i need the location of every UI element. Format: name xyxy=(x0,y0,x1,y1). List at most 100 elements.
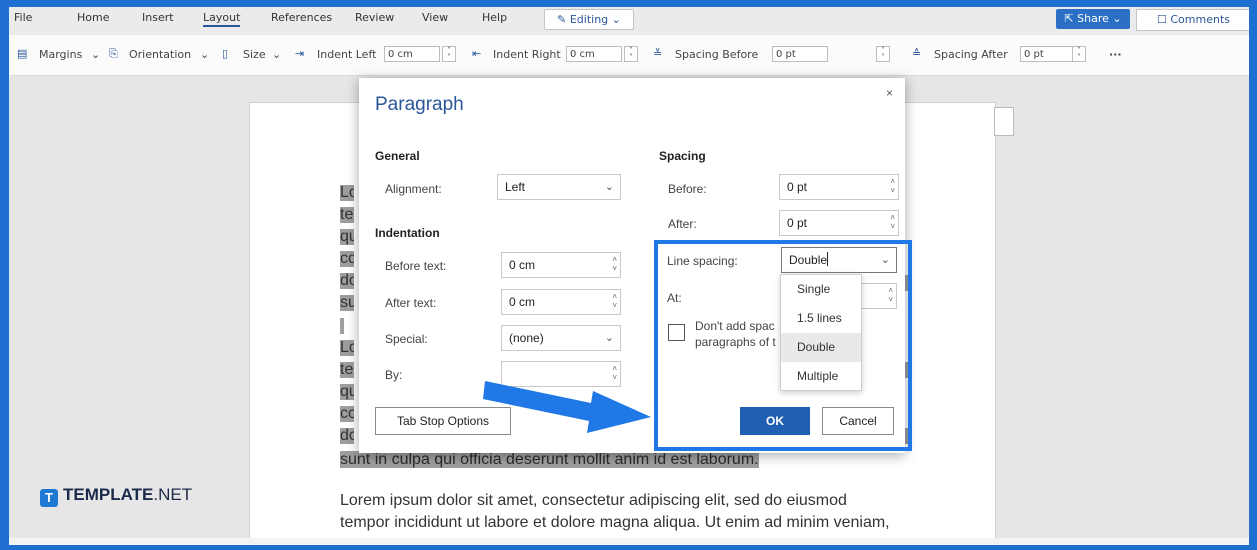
indent-left-stepper[interactable]: ˄ ˅ xyxy=(442,46,456,62)
indent-right-icon: ⇤ xyxy=(472,47,482,60)
chevron-down-icon: ⌄ xyxy=(91,48,101,61)
menu-review[interactable]: Review xyxy=(355,11,394,24)
doc-fragment: do xyxy=(340,273,354,289)
more-options-button[interactable]: ··· xyxy=(1109,48,1122,61)
spacing-before-dialog-label: Before: xyxy=(668,182,707,196)
indent-right-stepper[interactable]: ˄ ˅ xyxy=(624,46,638,62)
menu-home[interactable]: Home xyxy=(77,11,109,24)
doc-highlight-bar xyxy=(340,318,344,334)
menu-file[interactable]: File xyxy=(14,11,32,24)
spacing-after-dialog-label: After: xyxy=(668,217,697,231)
menu-layout[interactable]: Layout xyxy=(203,11,241,27)
line-spacing-option-1-5[interactable]: 1.5 lines xyxy=(781,304,861,333)
doc-fragment: do xyxy=(340,428,354,444)
before-text-input[interactable]: 0 cm ˄ ˅ xyxy=(501,252,621,278)
after-text-stepper[interactable]: ˄ ˅ xyxy=(612,292,617,310)
editing-mode-button[interactable]: ✎ Editing ⌄ xyxy=(544,9,634,30)
special-label: Special: xyxy=(385,332,428,346)
special-value: (none) xyxy=(509,331,544,345)
chevron-down-icon: ⌄ xyxy=(272,48,282,61)
layout-ribbon: ▤ Margins ⌄ ⎘ Orientation ⌄ ▯ Size ⌄ ⇥ I… xyxy=(9,35,1249,76)
chevron-down-icon: ⌄ xyxy=(604,181,614,193)
by-label: By: xyxy=(385,368,403,382)
line-spacing-option-double[interactable]: Double xyxy=(781,333,861,362)
spacing-heading: Spacing xyxy=(659,149,706,163)
doc-fragment: co xyxy=(340,251,354,267)
spacing-after-dialog-value: 0 pt xyxy=(787,216,808,230)
doc-text-line: Lorem ipsum dolor sit amet, consectetur … xyxy=(340,492,847,509)
doc-fragment: qu xyxy=(340,384,354,400)
after-text-value: 0 cm xyxy=(509,295,536,309)
brand-badge: T xyxy=(40,489,58,507)
spacing-before-label: Spacing Before xyxy=(675,48,759,61)
pencil-icon: ✎ xyxy=(557,13,567,26)
editing-label: Editing xyxy=(569,13,609,26)
status-bar xyxy=(9,538,1249,545)
text-cursor xyxy=(827,252,829,266)
before-text-value: 0 cm xyxy=(509,258,536,272)
at-label: At: xyxy=(667,291,682,305)
alignment-label: Alignment: xyxy=(385,182,442,196)
line-spacing-select[interactable]: Double ⌄ xyxy=(781,247,897,273)
comments-button[interactable]: ☐ Comments xyxy=(1136,9,1249,31)
spacing-before-dialog-value: 0 pt xyxy=(787,180,808,194)
indent-left-label: Indent Left xyxy=(317,48,377,61)
before-text-stepper[interactable]: ˄ ˅ xyxy=(612,255,617,273)
close-icon[interactable]: × xyxy=(886,86,893,100)
menu-references[interactable]: References xyxy=(271,11,332,24)
menu-insert[interactable]: Insert xyxy=(142,11,174,24)
general-heading: General xyxy=(375,149,420,163)
chevron-down-icon: ⌄ xyxy=(604,332,614,344)
brand-logo: T TEMPLATE.NET xyxy=(40,485,192,507)
before-text-label: Before text: xyxy=(385,259,447,273)
size-button[interactable]: Size xyxy=(243,48,266,61)
after-text-label: After text: xyxy=(385,296,437,310)
line-spacing-option-multiple[interactable]: Multiple xyxy=(781,362,861,391)
doc-text-line: tempor incididunt ut labore et dolore ma… xyxy=(340,514,890,531)
line-spacing-option-single[interactable]: Single xyxy=(781,275,861,304)
line-spacing-dropdown: Single 1.5 lines Double Multiple xyxy=(780,274,862,391)
doc-fragment: Lo xyxy=(340,185,354,201)
cancel-button[interactable]: Cancel xyxy=(822,407,894,435)
doc-highlight-bar xyxy=(905,428,911,444)
spacing-after-stepper[interactable]: ˄ ˅ xyxy=(1072,46,1086,62)
share-icon: ⇱ xyxy=(1064,12,1074,25)
spacing-after-dialog-input[interactable]: 0 pt ˄ ˅ xyxy=(779,210,899,236)
menu-view[interactable]: View xyxy=(422,11,448,24)
spacing-before-dialog-stepper[interactable]: ˄ ˅ xyxy=(890,177,895,195)
dont-add-space-checkbox[interactable] xyxy=(668,324,685,341)
indent-left-input[interactable]: 0 cm xyxy=(384,46,440,62)
doc-fragment: ter xyxy=(340,207,354,223)
line-spacing-label: Line spacing: xyxy=(667,254,738,268)
spacing-before-stepper[interactable]: ˄ ˅ xyxy=(876,46,890,62)
spacing-after-icon: ≙ xyxy=(912,47,922,60)
share-button[interactable]: ⇱ Share ⌄ xyxy=(1056,9,1130,29)
menu-bar: File Home Insert Layout References Revie… xyxy=(9,7,1249,31)
doc-highlight-bar xyxy=(905,362,911,378)
spacing-after-input[interactable]: 0 pt xyxy=(1020,46,1076,62)
line-spacing-value: Double xyxy=(789,253,828,267)
size-icon: ▯ xyxy=(222,47,229,60)
orientation-icon: ⎘ xyxy=(109,47,118,60)
menu-help[interactable]: Help xyxy=(482,11,507,24)
special-select[interactable]: (none) ⌄ xyxy=(501,325,621,351)
comment-icon: ☐ xyxy=(1157,13,1167,26)
doc-fragment: qu xyxy=(340,229,354,245)
orientation-button[interactable]: Orientation xyxy=(129,48,191,61)
share-label: Share xyxy=(1077,12,1109,25)
alignment-select[interactable]: Left ⌄ xyxy=(497,174,621,200)
margins-icon: ▤ xyxy=(17,47,28,60)
chevron-down-icon: ⌄ xyxy=(880,254,890,266)
doc-text-line: sunt in culpa qui officia deserunt molli… xyxy=(340,451,759,468)
spacing-before-dialog-input[interactable]: 0 pt ˄ ˅ xyxy=(779,174,899,200)
after-text-input[interactable]: 0 cm ˄ ˅ xyxy=(501,289,621,315)
margins-button[interactable]: Margins xyxy=(39,48,82,61)
doc-fragment: ter xyxy=(340,362,354,378)
at-stepper[interactable]: ˄ ˅ xyxy=(888,286,893,304)
ok-button[interactable]: OK xyxy=(740,407,810,435)
indent-right-input[interactable]: 0 cm xyxy=(566,46,622,62)
indent-right-label: Indent Right xyxy=(493,48,561,61)
spacing-before-input[interactable]: 0 pt xyxy=(772,46,828,62)
comments-label: Comments xyxy=(1170,13,1230,26)
spacing-after-dialog-stepper[interactable]: ˄ ˅ xyxy=(890,213,895,231)
